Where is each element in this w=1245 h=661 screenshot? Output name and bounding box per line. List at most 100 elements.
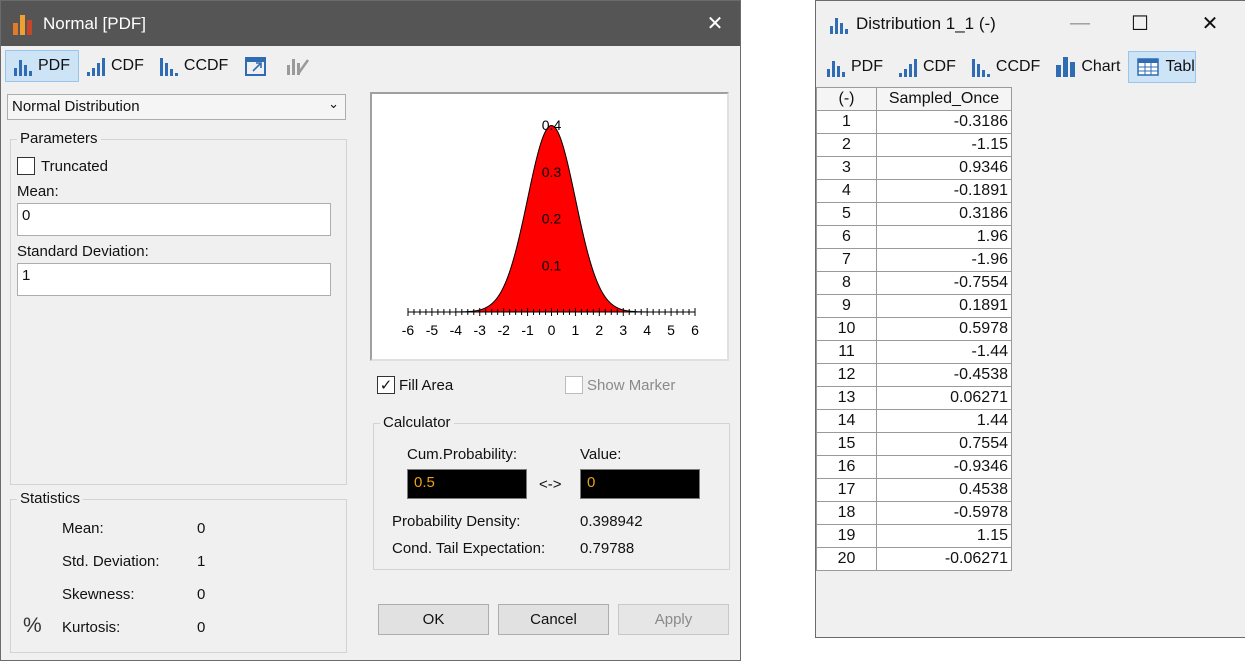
stat-kurtosis-label: Kurtosis: (62, 619, 121, 636)
row-index[interactable]: 8 (816, 271, 877, 295)
row-index[interactable]: 2 (816, 133, 877, 157)
table-row[interactable]: 6 1.96 (816, 225, 1012, 249)
dist-table-tab[interactable]: Tabl (1128, 51, 1196, 83)
table-row[interactable]: 4 -0.1891 (816, 179, 1012, 203)
sampled-value-cell[interactable]: -1.44 (876, 340, 1012, 364)
row-index[interactable]: 11 (816, 340, 877, 364)
table-row[interactable]: 9 0.1891 (816, 294, 1012, 318)
sampled-value-cell[interactable]: -0.4538 (876, 363, 1012, 387)
ccdf-tab[interactable]: CCDF (152, 50, 236, 82)
parameters-group-label: Parameters (17, 130, 101, 147)
sampled-value-cell[interactable]: 0.4538 (876, 478, 1012, 502)
table-row[interactable]: 13 0.06271 (816, 386, 1012, 410)
cancel-button[interactable]: Cancel (498, 604, 609, 635)
pdf-tab[interactable]: PDF (5, 50, 79, 82)
percent-icon[interactable]: % (23, 614, 42, 638)
dist-ccdf-tab[interactable]: CCDF (964, 51, 1048, 83)
sampled-value-cell[interactable]: 1.15 (876, 524, 1012, 548)
table-header-index[interactable]: (-) (816, 87, 877, 111)
table-row[interactable]: 10 0.5978 (816, 317, 1012, 341)
distribution-select[interactable]: Normal Distribution ⌄ (7, 94, 346, 120)
sampled-value-cell[interactable]: -1.15 (876, 133, 1012, 157)
maximize-icon[interactable]: ☐ (1117, 1, 1163, 46)
dist-chart-tab[interactable]: Chart (1048, 51, 1128, 83)
x-tick-label: -2 (497, 322, 510, 338)
export-button[interactable] (236, 50, 276, 82)
ok-button[interactable]: OK (378, 604, 489, 635)
sampled-value-cell[interactable]: -0.3186 (876, 110, 1012, 134)
table-row[interactable]: 17 0.4538 (816, 478, 1012, 502)
sampled-value-cell[interactable]: -0.5978 (876, 501, 1012, 525)
sampled-value-cell[interactable]: 0.1891 (876, 294, 1012, 318)
table-row[interactable]: 16 -0.9346 (816, 455, 1012, 479)
close-icon[interactable]: ✕ (1187, 1, 1233, 46)
fill-area-checkbox[interactable]: ✓ (377, 376, 395, 394)
sampled-value-cell[interactable]: 1.44 (876, 409, 1012, 433)
dist-pdf-tab[interactable]: PDF (819, 51, 891, 83)
row-index[interactable]: 3 (816, 156, 877, 180)
sampled-value-cell[interactable]: 0.5978 (876, 317, 1012, 341)
table-row[interactable]: 3 0.9346 (816, 156, 1012, 180)
row-index[interactable]: 15 (816, 432, 877, 456)
x-tick-label: 2 (595, 322, 603, 338)
table-row[interactable]: 15 0.7554 (816, 432, 1012, 456)
table-row[interactable]: 1 -0.3186 (816, 110, 1012, 134)
dist-cdf-tab[interactable]: CDF (891, 51, 964, 83)
truncated-checkbox[interactable] (17, 157, 35, 175)
sd-input-value: 1 (22, 267, 31, 284)
minimize-icon[interactable]: — (1057, 1, 1103, 46)
table-row[interactable]: 5 0.3186 (816, 202, 1012, 226)
sampled-value-cell[interactable]: -0.9346 (876, 455, 1012, 479)
mean-input[interactable]: 0 (17, 203, 331, 236)
table-row[interactable]: 11 -1.44 (816, 340, 1012, 364)
row-index[interactable]: 6 (816, 225, 877, 249)
table-row[interactable]: 19 1.15 (816, 524, 1012, 548)
table-row[interactable]: 14 1.44 (816, 409, 1012, 433)
table-row[interactable]: 2 -1.15 (816, 133, 1012, 157)
stat-mean-label: Mean: (62, 520, 104, 537)
show-marker-option[interactable]: Show Marker (565, 376, 675, 394)
table-header-sampled[interactable]: Sampled_Once (876, 87, 1012, 111)
cum-probability-input[interactable]: 0.5 (407, 469, 527, 499)
sampled-value-cell[interactable]: 0.3186 (876, 202, 1012, 226)
row-index[interactable]: 17 (816, 478, 877, 502)
row-index[interactable]: 12 (816, 363, 877, 387)
row-index[interactable]: 18 (816, 501, 877, 525)
table-row[interactable]: 12 -0.4538 (816, 363, 1012, 387)
table-row[interactable]: 20 -0.06271 (816, 547, 1012, 571)
sampled-value-cell[interactable]: 0.06271 (876, 386, 1012, 410)
truncated-option[interactable]: Truncated (17, 157, 108, 175)
sampled-value-cell[interactable]: 1.96 (876, 225, 1012, 249)
apply-button[interactable]: Apply (618, 604, 729, 635)
row-index[interactable]: 1 (816, 110, 877, 134)
sampled-value-cell[interactable]: -0.06271 (876, 547, 1012, 571)
close-icon[interactable]: ✕ (692, 1, 738, 46)
table-row[interactable]: 8 -0.7554 (816, 271, 1012, 295)
sampled-value-cell[interactable]: -0.7554 (876, 271, 1012, 295)
row-index[interactable]: 9 (816, 294, 877, 318)
row-index[interactable]: 10 (816, 317, 877, 341)
stat-sd-label: Std. Deviation: (62, 553, 160, 570)
sampled-value-cell[interactable]: 0.7554 (876, 432, 1012, 456)
sd-input[interactable]: 1 (17, 263, 331, 296)
distribution-window: Distribution 1_1 (-) — ☐ ✕ PDF CDF CCDF … (815, 0, 1245, 638)
row-index[interactable]: 20 (816, 547, 877, 571)
row-index[interactable]: 19 (816, 524, 877, 548)
sampled-value-cell[interactable]: -1.96 (876, 248, 1012, 272)
cum-probability-value: 0.5 (414, 474, 435, 491)
sampled-value-cell[interactable]: -0.1891 (876, 179, 1012, 203)
cdf-tab[interactable]: CDF (79, 50, 152, 82)
sampled-value-cell[interactable]: 0.9346 (876, 156, 1012, 180)
row-index[interactable]: 7 (816, 248, 877, 272)
row-index[interactable]: 14 (816, 409, 877, 433)
row-index[interactable]: 5 (816, 202, 877, 226)
row-index[interactable]: 13 (816, 386, 877, 410)
row-index[interactable]: 16 (816, 455, 877, 479)
chart-options-button[interactable] (276, 50, 318, 82)
value-input[interactable]: 0 (580, 469, 700, 499)
fill-area-option[interactable]: ✓ Fill Area (377, 376, 453, 394)
table-row[interactable]: 7 -1.96 (816, 248, 1012, 272)
show-marker-checkbox[interactable] (565, 376, 583, 394)
table-row[interactable]: 18 -0.5978 (816, 501, 1012, 525)
row-index[interactable]: 4 (816, 179, 877, 203)
